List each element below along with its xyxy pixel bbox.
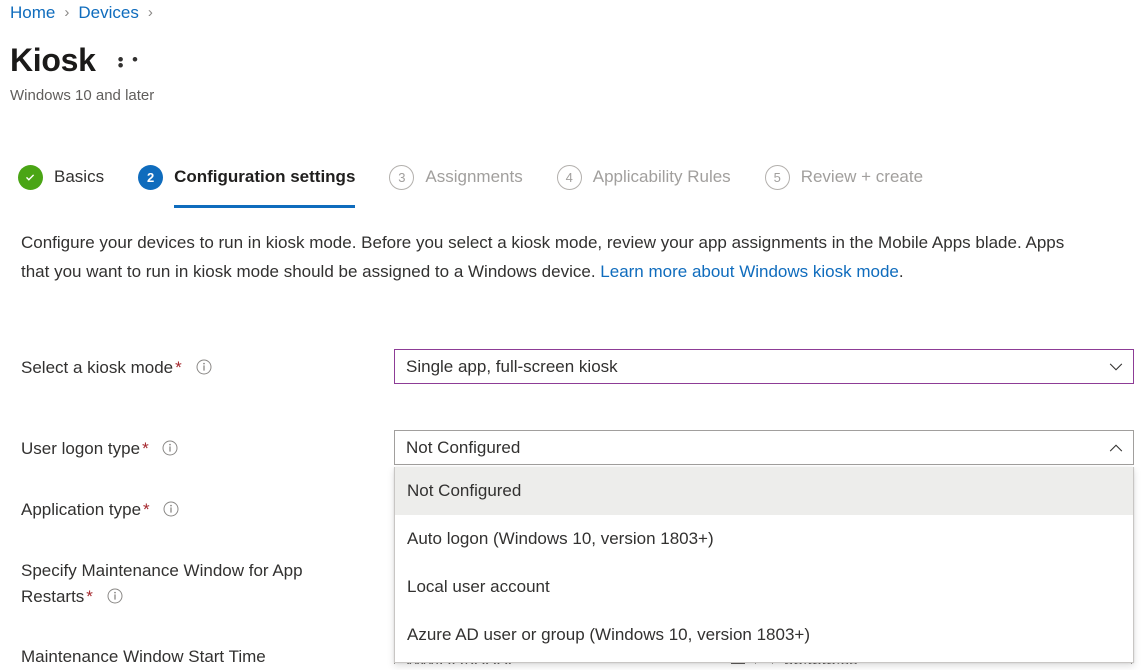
check-icon	[18, 165, 43, 190]
learn-more-link[interactable]: Learn more about Windows kiosk mode	[600, 262, 899, 281]
dropdown-option-not-configured[interactable]: Not Configured	[395, 467, 1133, 515]
info-icon[interactable]	[163, 501, 179, 517]
wizard-step-label: Basics	[54, 166, 104, 188]
active-step-indicator	[174, 205, 355, 208]
dropdown-option-auto-logon[interactable]: Auto logon (Windows 10, version 1803+)	[395, 515, 1133, 563]
dropdown-option-azure-ad-user-or-group[interactable]: Azure AD user or group (Windows 10, vers…	[395, 611, 1133, 659]
blade-description: Configure your devices to run in kiosk m…	[21, 228, 1083, 286]
label-text: Maintenance Window Start Time	[21, 647, 266, 666]
wizard-steps: Basics 2 Configuration settings 3 Assign…	[18, 160, 957, 206]
description-text: Configure your devices to run in kiosk m…	[21, 233, 1064, 281]
description-text-end: .	[899, 262, 904, 281]
wizard-step-label: Configuration settings	[174, 166, 355, 188]
wizard-step-basics[interactable]: Basics	[18, 160, 104, 204]
chevron-up-icon[interactable]	[1099, 439, 1133, 457]
wizard-step-applicability-rules[interactable]: 4 Applicability Rules	[557, 160, 731, 204]
user-logon-type-dropdown[interactable]: Not Configured	[394, 430, 1134, 465]
info-icon[interactable]	[107, 588, 123, 604]
wizard-step-review-create[interactable]: 5 Review + create	[765, 160, 923, 204]
required-indicator: *	[142, 439, 149, 458]
label-text: Application type	[21, 500, 141, 519]
breadcrumb-item-home[interactable]: Home	[10, 2, 55, 24]
label-text: User logon type	[21, 439, 140, 458]
label-text: Specify Maintenance Window for App Resta…	[21, 561, 303, 606]
wizard-step-label: Assignments	[425, 166, 522, 188]
user-logon-type-dropdown-list[interactable]: Not Configured Auto logon (Windows 10, v…	[394, 467, 1134, 663]
user-logon-type-value: Not Configured	[395, 437, 1099, 459]
kiosk-mode-value: Single app, full-screen kiosk	[395, 356, 1099, 378]
chevron-down-icon[interactable]	[1099, 358, 1133, 376]
page-subtitle: Windows 10 and later	[10, 86, 154, 106]
breadcrumb-item-devices[interactable]: Devices	[78, 2, 138, 24]
label-user-logon-type: User logon type*	[21, 436, 381, 462]
required-indicator: *	[175, 358, 182, 377]
more-options-icon[interactable]: • • •	[118, 50, 148, 76]
dropdown-option-local-user-account[interactable]: Local user account	[395, 563, 1133, 611]
breadcrumb-separator-icon: ›	[64, 2, 69, 24]
label-maintenance-start-time: Maintenance Window Start Time	[21, 644, 381, 670]
step-number-badge: 5	[765, 165, 790, 190]
required-indicator: *	[143, 500, 150, 519]
wizard-step-configuration-settings[interactable]: 2 Configuration settings	[138, 160, 355, 204]
wizard-step-label: Applicability Rules	[593, 166, 731, 188]
label-text: Select a kiosk mode	[21, 358, 173, 377]
info-icon[interactable]	[162, 440, 178, 456]
step-number-badge: 2	[138, 165, 163, 190]
info-icon[interactable]	[196, 359, 212, 375]
label-kiosk-mode: Select a kiosk mode*	[21, 355, 381, 381]
required-indicator: *	[86, 587, 93, 606]
step-number-badge: 3	[389, 165, 414, 190]
wizard-step-label: Review + create	[801, 166, 923, 188]
page-header: Kiosk • • •	[10, 40, 148, 80]
label-maintenance-window: Specify Maintenance Window for App Resta…	[21, 558, 361, 610]
page-title: Kiosk	[10, 40, 96, 80]
breadcrumb-separator-icon: ›	[148, 2, 153, 24]
wizard-step-assignments[interactable]: 3 Assignments	[389, 160, 522, 204]
label-application-type: Application type*	[21, 497, 381, 523]
breadcrumb: Home › Devices ›	[10, 2, 162, 24]
kiosk-mode-dropdown[interactable]: Single app, full-screen kiosk	[394, 349, 1134, 384]
step-number-badge: 4	[557, 165, 582, 190]
